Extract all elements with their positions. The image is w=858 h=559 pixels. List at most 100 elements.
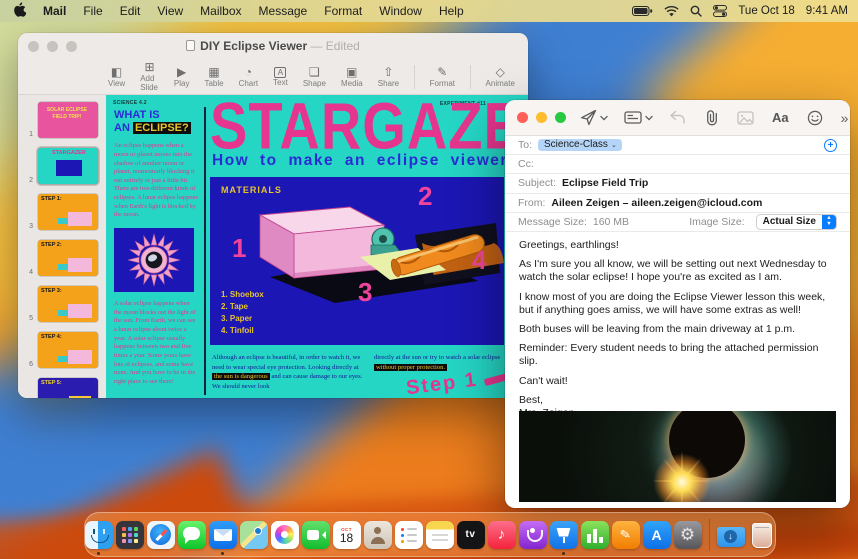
dock-icon-mail[interactable]	[208, 520, 237, 555]
slide-number: 6	[29, 361, 33, 368]
dock-icon-music[interactable]: ♪	[487, 520, 516, 549]
slide-thumbnail-5[interactable]: STEP 3:	[36, 284, 100, 324]
toolbar-label: Shape	[302, 78, 326, 88]
header-fields-button[interactable]	[624, 110, 642, 125]
menu-format[interactable]: Format	[324, 4, 362, 18]
sun-icon	[127, 233, 181, 287]
header-fields-chevron-icon[interactable]	[645, 115, 653, 121]
menu-file[interactable]: File	[83, 4, 102, 18]
menu-view[interactable]: View	[157, 4, 183, 18]
menu-help[interactable]: Help	[439, 4, 464, 18]
emoji-button[interactable]	[807, 110, 823, 126]
toolbar-media[interactable]: ▣ Media	[341, 65, 363, 88]
dock-icon-messages[interactable]	[177, 520, 206, 549]
menu-time[interactable]: 9:41 AM	[806, 5, 848, 17]
control-center-icon[interactable]	[713, 5, 728, 17]
spotlight-search-icon[interactable]	[690, 5, 703, 17]
format-button[interactable]: Aa	[772, 110, 789, 125]
dock-icon-facetime[interactable]	[301, 520, 330, 549]
minimize-button[interactable]	[536, 112, 547, 123]
slide-thumbnail-7[interactable]: STEP 5:	[36, 376, 100, 398]
slide-thumb-label: STEP 1:	[41, 196, 62, 202]
reply-button	[669, 110, 686, 125]
slide-thumbnail-1[interactable]: SOLAR ECLIPSE FIELD TRIP!	[36, 100, 100, 140]
zoom-button[interactable]	[555, 112, 566, 123]
body-paragraph: Both buses will be leaving from the main…	[519, 323, 796, 336]
dock-icon-appstore[interactable]: A	[642, 520, 671, 549]
recipient-token[interactable]: Science-Class ⌄	[538, 138, 622, 152]
toolbar-share[interactable]: ⇧ Share	[378, 65, 399, 88]
cc-field[interactable]: Cc:	[505, 155, 850, 175]
to-field[interactable]: To: Science-Class ⌄ +	[505, 136, 850, 156]
slide-thumb-art: STEP 4:	[38, 332, 98, 368]
close-button[interactable]	[517, 112, 528, 123]
toolbar-play[interactable]: ▶ Play	[174, 65, 190, 88]
dock-icon-pages[interactable]: ✎	[611, 520, 640, 549]
slide-row-6: 6 STEP 4:	[18, 330, 106, 370]
eclipse-photo-attachment[interactable]	[519, 411, 836, 502]
dock-icon-launchpad[interactable]	[115, 520, 144, 549]
slide-row-1: 1 SOLAR ECLIPSE FIELD TRIP!	[18, 100, 106, 140]
send-button[interactable]	[580, 109, 597, 126]
dock-icon-downloads[interactable]	[716, 521, 745, 549]
materials-item: 4. Tinfoil	[221, 326, 254, 335]
slide-thumbnail-3[interactable]: STEP 1:	[36, 192, 100, 232]
slide-thumb-label: STEP 2:	[41, 242, 62, 248]
send-options-chevron-icon[interactable]	[600, 115, 608, 121]
slide-thumb-label: STARGAZER	[52, 150, 86, 156]
add-recipient-button[interactable]: +	[824, 138, 837, 152]
toolbar-animate[interactable]: ◇ Animate	[486, 65, 515, 88]
dock-icon-maps[interactable]	[239, 520, 268, 549]
apple-menu-icon[interactable]	[13, 2, 27, 20]
dock-icon-photos[interactable]	[270, 520, 299, 549]
toolbar-view[interactable]: ◧ View	[108, 65, 126, 88]
toolbar-chart[interactable]: ◔ Chart	[239, 64, 259, 88]
menu-message[interactable]: Message	[259, 4, 308, 18]
dock-icon-finder[interactable]	[84, 520, 113, 555]
dock-icon-settings[interactable]: ⚙	[673, 520, 702, 549]
dock-icon-safari[interactable]	[146, 520, 175, 549]
toolbar-text[interactable]: A Text	[273, 66, 288, 87]
toolbar-overflow-chevron[interactable]: »	[841, 110, 849, 126]
slide-canvas[interactable]: SCIENCE 4.2 EXPERIMENT #11 WHAT IS AN EC…	[106, 95, 528, 398]
menu-date[interactable]: Tue Oct 18	[738, 5, 794, 17]
slide-row-2: 2 STARGAZER	[18, 146, 106, 186]
dock-icon-keynote[interactable]	[549, 520, 578, 555]
from-field[interactable]: From: Aileen Zeigen – aileen.zeigen@iclo…	[505, 194, 850, 213]
toolbar-format[interactable]: ✎ Format	[430, 65, 455, 88]
toolbar-table[interactable]: ▦ Table	[204, 65, 223, 88]
keynote-titlebar[interactable]: DIY Eclipse Viewer — Edited	[18, 33, 528, 59]
slide-thumbnail-2[interactable]: STARGAZER	[36, 146, 100, 186]
image-size-label: Image Size:	[689, 215, 745, 228]
mail-toolbar[interactable]: Aa »	[505, 100, 850, 136]
dock-icon-reminders[interactable]	[394, 520, 423, 549]
toolbar-shape[interactable]: ❏ Shape	[302, 65, 326, 88]
slide-thumb-label: STEP 5:	[41, 380, 62, 386]
dock-icon-calendar[interactable]: OCT 18	[332, 520, 361, 549]
dock-icon-tv[interactable]: tv	[456, 520, 485, 549]
chart-icon: ◔	[244, 64, 252, 79]
materials-list: 1. Shoebox 2. Tape 3. Paper 4. Tinfoil	[221, 289, 264, 337]
attach-button[interactable]	[704, 109, 719, 126]
slide-thumbnail-6[interactable]: STEP 4:	[36, 330, 100, 370]
toolbar-label: View	[108, 78, 126, 88]
toolbar-add-slide[interactable]: ⊞ Add Slide	[140, 61, 159, 93]
image-size-select[interactable]: Actual Size ▲ ▼	[755, 213, 837, 230]
running-indicator	[97, 551, 100, 555]
menu-mail[interactable]: Mail	[43, 4, 66, 18]
dock-icon-contacts[interactable]	[363, 520, 392, 549]
mail-body[interactable]: Greetings, earthlings! As I'm sure you al…	[505, 232, 850, 420]
wifi-icon[interactable]	[664, 5, 679, 17]
dock-icon-podcasts[interactable]	[518, 520, 547, 549]
dock-icon-numbers[interactable]	[580, 520, 609, 549]
subject-field[interactable]: Subject: Eclipse Field Trip	[505, 174, 850, 194]
dock-icon-trash[interactable]	[748, 521, 776, 549]
body-paragraph: Greetings, earthlings!	[519, 238, 619, 251]
menu-mailbox[interactable]: Mailbox	[200, 4, 241, 18]
menu-edit[interactable]: Edit	[120, 4, 141, 18]
menu-window[interactable]: Window	[379, 4, 422, 18]
battery-icon[interactable]	[632, 6, 653, 16]
slide-thumbnail-4[interactable]: STEP 2:	[36, 238, 100, 278]
dock-icon-notes[interactable]	[425, 520, 454, 549]
keynote-window: DIY Eclipse Viewer — Edited ◧ View ⊞ Add Sl…	[18, 33, 528, 398]
